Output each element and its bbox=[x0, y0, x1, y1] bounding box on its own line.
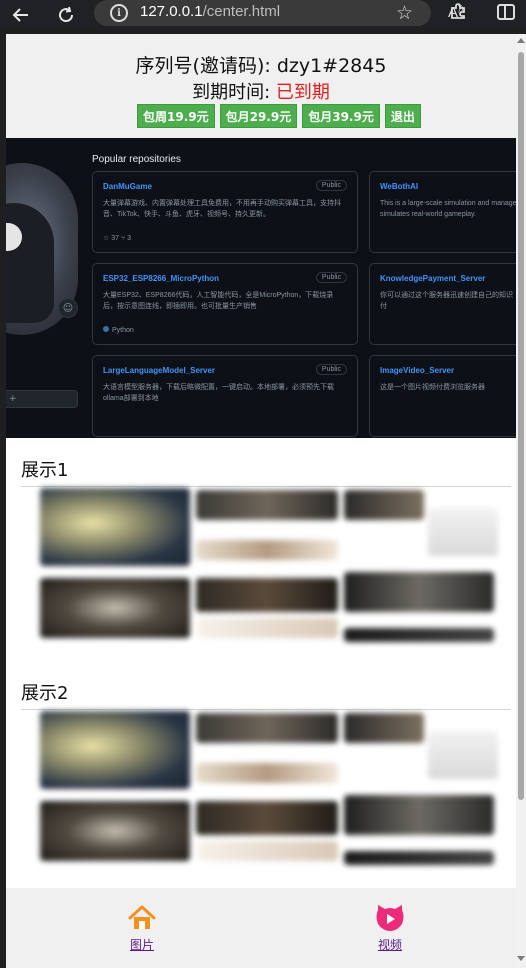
account-header: 序列号(邀请码): dzy1#2845 到期时间: 已到期 包周19.9元 包月… bbox=[6, 34, 516, 138]
reload-icon[interactable] bbox=[53, 2, 79, 28]
weekly-plan-button[interactable]: 包周19.9元 bbox=[137, 104, 215, 128]
showcase-1-title: 展示1 bbox=[21, 460, 69, 481]
favorite-star-icon[interactable]: ☆ bbox=[396, 2, 413, 24]
logout-button[interactable]: 退出 bbox=[384, 104, 421, 128]
showcase-2-gallery[interactable] bbox=[38, 711, 498, 881]
browser-toolbar: i 127.0.0.1/center.html A)) ☆ bbox=[0, 0, 526, 30]
showcase-1-gallery[interactable] bbox=[38, 488, 498, 658]
smiley-icon: ☺ bbox=[58, 298, 78, 318]
scroll-down-arrow-icon[interactable] bbox=[517, 956, 525, 961]
divider bbox=[21, 709, 511, 710]
nav-item-images[interactable]: 图片 bbox=[112, 904, 172, 953]
language-dot-icon bbox=[103, 326, 109, 332]
nav-label-images[interactable]: 图片 bbox=[112, 936, 172, 953]
showcase-2-title: 展示2 bbox=[21, 683, 69, 704]
follow-button: + bbox=[6, 390, 78, 408]
back-arrow-icon[interactable] bbox=[8, 2, 34, 28]
repo-card: ESP32_ESP8266_MicroPython Public 大量ESP32… bbox=[92, 263, 358, 345]
github-profile-preview: ☺ + Popular repositories DanMuGame Publi… bbox=[6, 138, 516, 438]
popular-repos-title: Popular repositories bbox=[92, 154, 181, 165]
repo-card: KnowledgePayment_Server 你可以通过这个服务器迅速创建自己… bbox=[369, 263, 516, 345]
page-content: 序列号(邀请码): dzy1#2845 到期时间: 已到期 包周19.9元 包月… bbox=[6, 34, 516, 968]
split-screen-icon[interactable] bbox=[497, 4, 515, 20]
monthly-plan-29-button[interactable]: 包月29.9元 bbox=[219, 104, 298, 128]
nav-label-videos[interactable]: 视频 bbox=[360, 936, 420, 953]
scrollbar[interactable] bbox=[516, 34, 526, 968]
address-bar[interactable]: i 127.0.0.1/center.html A)) bbox=[94, 0, 463, 26]
expired-status: 已到期 bbox=[275, 82, 330, 103]
repo-card: ImageVideo_Server 这是一个图片视频付费浏览服务器 bbox=[369, 355, 516, 437]
video-cat-icon bbox=[375, 904, 405, 932]
info-icon[interactable]: i bbox=[110, 4, 128, 22]
scrollbar-thumb[interactable] bbox=[518, 52, 524, 800]
bottom-nav: 图片 视频 bbox=[6, 888, 516, 968]
plan-button-row: 包周19.9元 包月29.9元 包月39.9元 退出 bbox=[137, 104, 421, 128]
monthly-plan-39-button[interactable]: 包月39.9元 bbox=[302, 104, 380, 128]
repo-card: DanMuGame Public 大量弹幕游戏、内置弹幕处理工具免费用，不用再手… bbox=[92, 171, 358, 253]
repo-card: WeBothAI This is a large-scale simulatio… bbox=[369, 171, 516, 253]
divider bbox=[21, 486, 511, 487]
scroll-up-arrow-icon[interactable] bbox=[517, 38, 525, 43]
expire-time: 到期时间: 已到期 bbox=[192, 82, 330, 103]
url-text: 127.0.0.1/center.html bbox=[140, 3, 281, 20]
extensions-icon[interactable] bbox=[449, 2, 467, 25]
nav-item-videos[interactable]: 视频 bbox=[360, 904, 420, 953]
home-icon bbox=[128, 904, 156, 932]
serial-number: 序列号(邀请码): dzy1#2845 bbox=[135, 55, 387, 77]
repo-card: LargeLanguageModel_Server Public 大语言模型服务… bbox=[92, 355, 358, 437]
